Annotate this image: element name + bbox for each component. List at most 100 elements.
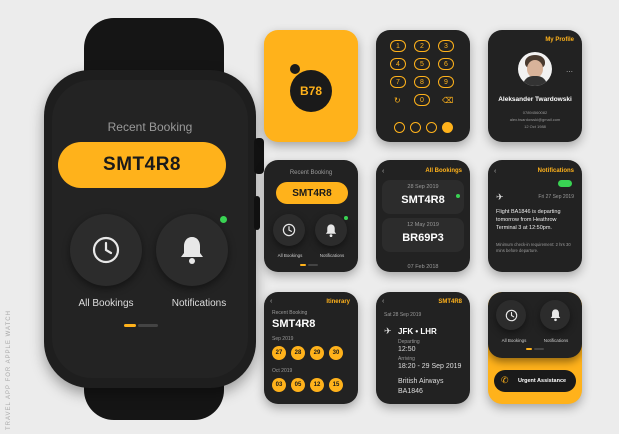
date-28-sep[interactable]: 28 xyxy=(291,346,305,360)
notification-date: Fri 27 Sep 2019 xyxy=(538,194,574,200)
notifications-button-small[interactable] xyxy=(540,300,570,330)
date-05-oct[interactable]: 05 xyxy=(291,378,305,392)
booking-code-button[interactable]: SMT4R8 xyxy=(58,142,226,188)
toggle-switch[interactable] xyxy=(558,180,572,187)
notifications-label: Notifications xyxy=(171,298,227,309)
plane-icon: ✈ xyxy=(496,192,504,202)
key-3[interactable]: 3 xyxy=(438,40,454,52)
urgent-tile-top: All Bookings Notifications xyxy=(488,292,582,358)
arriving-label: Arriving xyxy=(398,356,415,362)
profile-birthdate: 12 Oct 1988 xyxy=(524,124,546,129)
booking-code-2: BR69P3 xyxy=(402,232,444,244)
key-9[interactable]: 9 xyxy=(438,76,454,88)
digital-crown xyxy=(254,138,264,174)
keypad-tile: 1 2 3 4 5 6 7 8 9 ↻ 0 ⌫ xyxy=(376,30,470,142)
urgent-assistance-label: Urgent Assistance xyxy=(518,378,567,384)
month-label-1: Sep 2019 xyxy=(272,336,294,342)
urgent-assistance-button[interactable]: ✆ Urgent Assistance xyxy=(494,370,576,392)
side-caption: TRAVEL APP FOR APPLE WATCH xyxy=(6,310,12,430)
date-29-sep[interactable]: 29 xyxy=(310,346,324,360)
notification-message: Flight BA1846 is departing tomorrow from… xyxy=(496,209,561,231)
date-27-sep[interactable]: 27 xyxy=(272,346,286,360)
clock-icon xyxy=(282,223,296,237)
app-logo: B78 xyxy=(290,70,332,112)
urgent-assistance-tile: All Bookings Notifications ✆ Urgent Assi… xyxy=(488,292,582,404)
date-12-oct[interactable]: 12 xyxy=(310,378,324,392)
clock-icon xyxy=(92,236,120,264)
all-bookings-button-small[interactable] xyxy=(496,300,526,330)
month-label-2: Oct 2019 xyxy=(272,368,293,374)
flight-number: BA1846 xyxy=(398,388,423,395)
pin-slot-2 xyxy=(410,122,421,133)
all-bookings-button[interactable] xyxy=(70,214,142,286)
notifications-label-small: Notifications xyxy=(543,338,569,343)
plane-icon: ✈ xyxy=(384,326,392,336)
date-15-oct[interactable]: 15 xyxy=(329,378,343,392)
all-bookings-tile: ‹ All Bookings 28 Sep 2019 SMT4R8 12 May… xyxy=(376,160,470,272)
notifications-button[interactable] xyxy=(156,214,228,286)
booking-date-1: 28 Sep 2019 xyxy=(407,184,439,190)
key-1[interactable]: 1 xyxy=(390,40,406,52)
key-2[interactable]: 2 xyxy=(414,40,430,52)
phone-icon: ✆ xyxy=(501,375,509,385)
key-7[interactable]: 7 xyxy=(390,76,406,88)
booking-code-button-small[interactable]: SMT4R8 xyxy=(276,182,348,204)
back-icon[interactable]: ‹ xyxy=(494,168,496,175)
back-icon[interactable]: ‹ xyxy=(382,298,384,305)
flight-header-code: SMT4R8 xyxy=(438,299,462,305)
backspace-icon[interactable]: ⌫ xyxy=(442,96,453,105)
profile-phone: 07894560082 xyxy=(522,110,548,115)
profile-name: Aleksander Twardowski xyxy=(498,96,572,103)
date-30-sep[interactable]: 30 xyxy=(329,346,343,360)
profile-email: alex.twardowski@gmail.com xyxy=(509,117,561,122)
notification-indicator xyxy=(220,216,227,223)
notification-indicator xyxy=(344,216,348,220)
key-0[interactable]: 0 xyxy=(414,94,430,106)
departing-time: 12:50 xyxy=(398,346,416,353)
more-icon[interactable]: ⋯ xyxy=(566,68,573,76)
recent-booking-tile: Recent Booking SMT4R8 All Bookings Notif… xyxy=(264,160,358,272)
profile-tile: My Profile ⋯ Aleksander Twardowski 07894… xyxy=(488,30,582,142)
airline-name: British Airways xyxy=(398,378,444,385)
all-bookings-button-small[interactable] xyxy=(273,214,305,246)
notifications-header: Notifications xyxy=(537,168,574,174)
itinerary-code: SMT4R8 xyxy=(272,318,316,330)
clock-icon xyxy=(505,309,517,321)
notifications-button-small[interactable] xyxy=(315,214,347,246)
main-watch: Recent Booking SMT4R8 All Bookings Notif… xyxy=(44,70,256,388)
all-bookings-label: All Bookings xyxy=(78,298,134,309)
notification-tile: ‹ Notifications ✈ Fri 27 Sep 2019 Flight… xyxy=(488,160,582,272)
avatar xyxy=(518,52,552,86)
page-indicator xyxy=(124,324,158,327)
pin-slot-3 xyxy=(426,122,437,133)
key-5[interactable]: 5 xyxy=(414,58,430,70)
flight-details-tile: ‹ SMT4R8 Sat 28 Sep 2019 ✈ JFK • LHR Dep… xyxy=(376,292,470,404)
watch-strap-top xyxy=(84,18,224,78)
flight-route: JFK • LHR xyxy=(398,327,437,336)
key-4[interactable]: 4 xyxy=(390,58,406,70)
logo-tile: B78 xyxy=(264,30,358,142)
itinerary-label: Recent Booking xyxy=(272,310,308,316)
pin-slot-1 xyxy=(394,122,405,133)
active-indicator xyxy=(456,194,460,198)
key-6[interactable]: 6 xyxy=(438,58,454,70)
bell-icon xyxy=(181,237,203,264)
refresh-icon[interactable]: ↻ xyxy=(394,96,401,105)
recent-booking-title-small: Recent Booking xyxy=(289,170,333,176)
profile-header: My Profile xyxy=(545,37,574,43)
back-icon[interactable]: ‹ xyxy=(382,168,384,175)
page-indicator xyxy=(526,348,544,350)
back-icon[interactable]: ‹ xyxy=(270,298,272,305)
itinerary-header: Itinerary xyxy=(326,299,350,305)
notifications-label-small: Notifications xyxy=(319,253,345,258)
recent-booking-title: Recent Booking xyxy=(107,120,193,134)
booking-date-2: 12 May 2019 xyxy=(407,222,439,228)
key-8[interactable]: 8 xyxy=(414,76,430,88)
page-indicator xyxy=(300,264,318,266)
itinerary-tile: ‹ Itinerary Recent Booking SMT4R8 Sep 20… xyxy=(264,292,358,404)
all-bookings-label-small: All Bookings xyxy=(501,338,527,343)
main-watch-screen: Recent Booking SMT4R8 All Bookings Notif… xyxy=(52,80,248,378)
pin-slot-4 xyxy=(442,122,453,133)
all-bookings-header: All Bookings xyxy=(425,168,462,174)
date-03-oct[interactable]: 03 xyxy=(272,378,286,392)
